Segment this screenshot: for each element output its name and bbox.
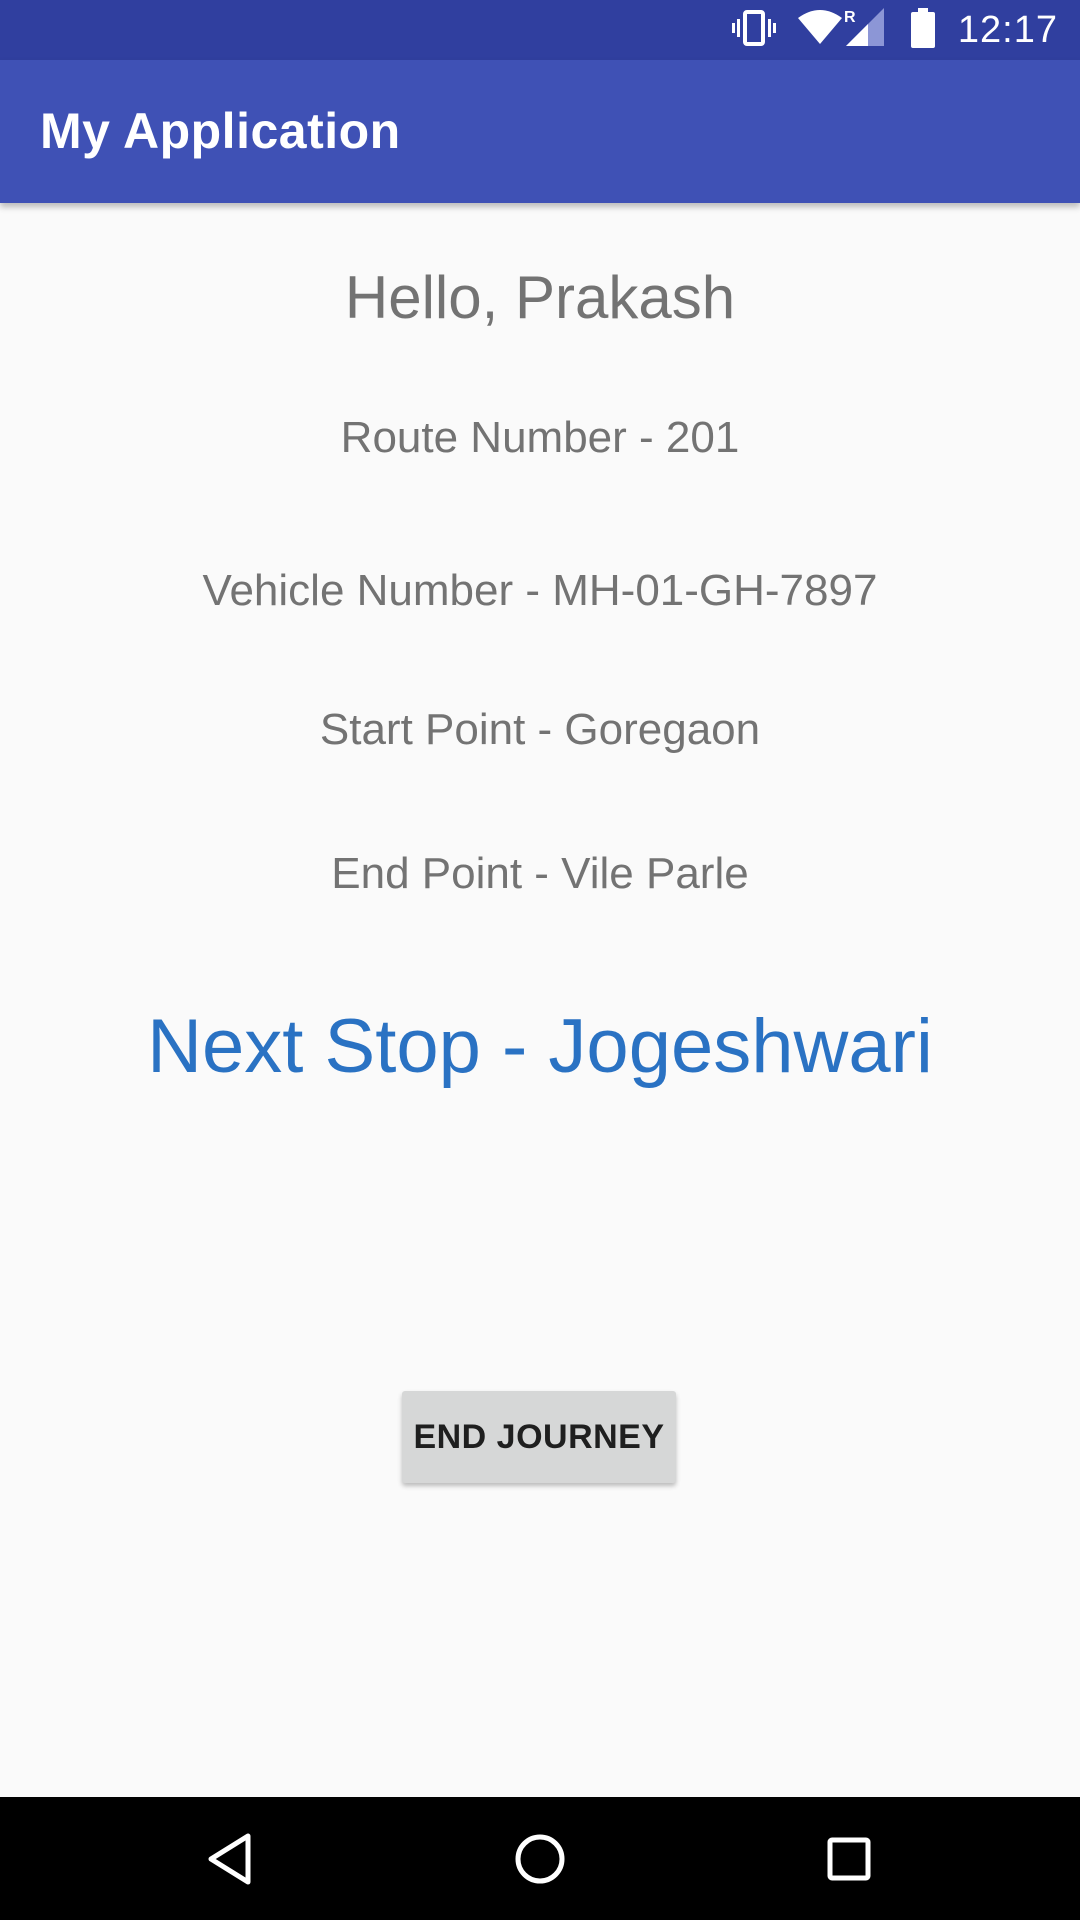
route-number-text: Route Number - 201 <box>340 413 740 462</box>
app-title: My Application <box>40 103 401 159</box>
home-icon <box>515 1834 565 1883</box>
vibrate-icon <box>731 9 776 51</box>
end-point-text: End Point - Vile Parle <box>331 849 749 898</box>
recents-button[interactable] <box>774 1797 924 1920</box>
start-point-text: Start Point - Goregaon <box>319 705 761 754</box>
greeting-text: Hello, Prakash <box>344 264 736 331</box>
roaming-indicator: R <box>844 9 856 26</box>
screen: R 12:17 My Application Hello, Prakash Ro… <box>0 0 1080 1920</box>
wifi-icon <box>797 9 842 51</box>
status-icons: R 12:17 <box>710 0 1058 60</box>
status-time: 12:17 <box>957 8 1058 51</box>
status-bar: R 12:17 <box>0 0 1080 60</box>
end-journey-button[interactable]: END JOURNEY <box>402 1391 676 1483</box>
main-content: Hello, Prakash Route Number - 201 Vehicl… <box>0 203 1080 1797</box>
vehicle-number-text: Vehicle Number - MH-01-GH-7897 <box>202 566 878 615</box>
home-button[interactable] <box>465 1797 615 1920</box>
back-icon <box>208 1833 251 1884</box>
app-bar: My Application <box>0 60 1080 203</box>
next-stop-text: Next Stop - Jogeshwari <box>147 1004 933 1089</box>
back-button[interactable] <box>155 1797 305 1920</box>
signal-roaming-icon: R <box>844 7 888 53</box>
battery-icon <box>910 7 936 53</box>
navigation-bar <box>0 1797 1080 1920</box>
recents-icon <box>827 1837 871 1880</box>
